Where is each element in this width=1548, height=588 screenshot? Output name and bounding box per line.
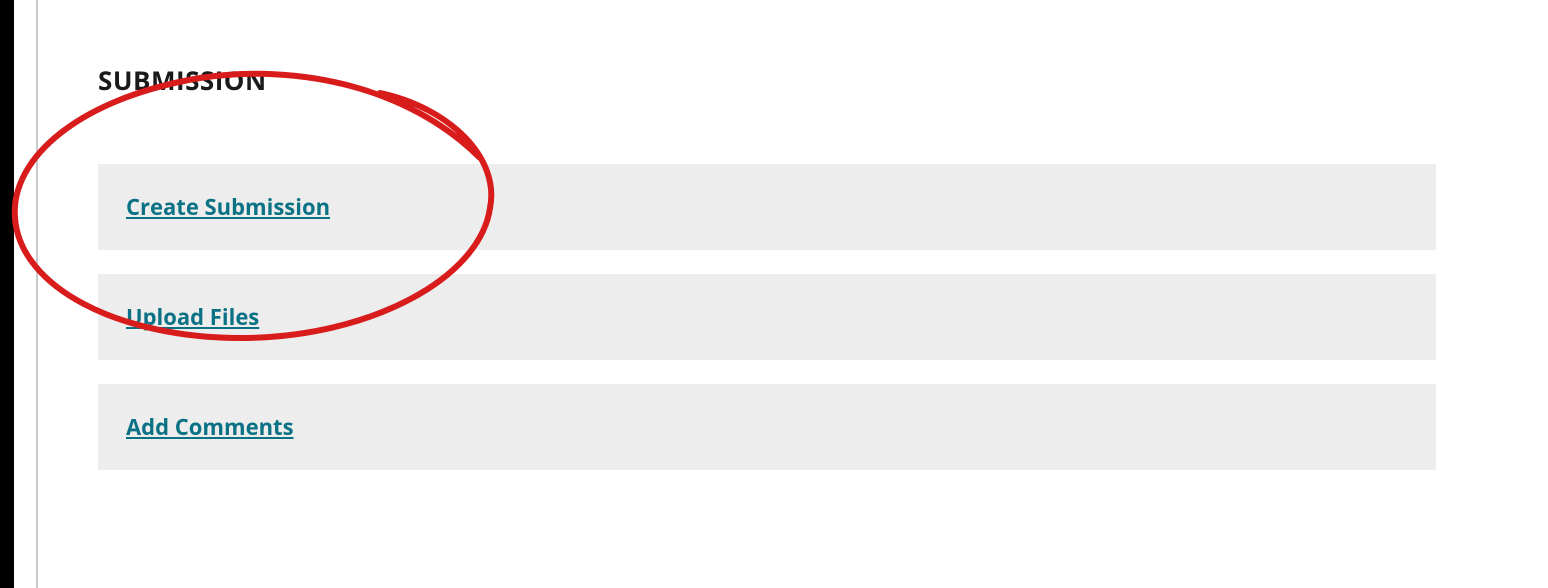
upload-files-link[interactable]: Upload Files bbox=[126, 302, 259, 332]
create-submission-link[interactable]: Create Submission bbox=[126, 192, 330, 222]
add-comments-link[interactable]: Add Comments bbox=[126, 412, 294, 442]
link-row-create-submission: Create Submission bbox=[98, 164, 1436, 250]
vertical-divider bbox=[36, 0, 38, 588]
link-row-add-comments: Add Comments bbox=[98, 384, 1436, 470]
submission-section: SUBMISSION Create Submission Upload File… bbox=[98, 62, 1450, 494]
link-row-upload-files: Upload Files bbox=[98, 274, 1436, 360]
section-heading-submission: SUBMISSION bbox=[98, 62, 1450, 98]
left-edge-border bbox=[0, 0, 14, 588]
